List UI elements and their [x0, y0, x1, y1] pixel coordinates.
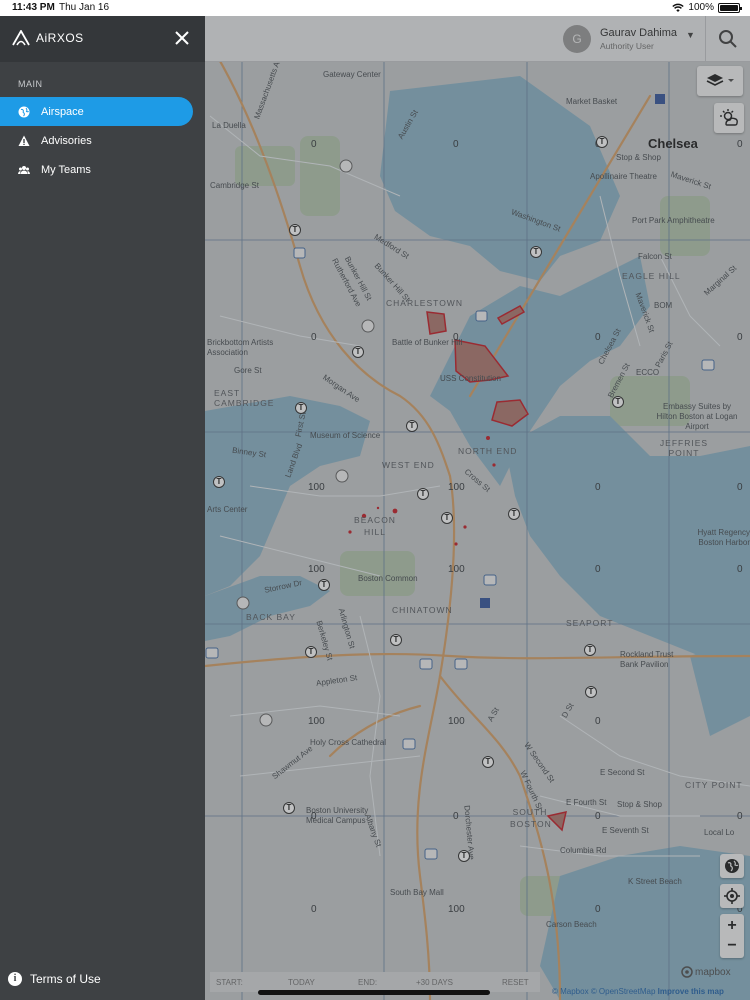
- status-bar: 11:43 PM Thu Jan 16 100%: [0, 0, 750, 16]
- info-icon: i: [8, 972, 22, 986]
- nav-item-label: Airspace: [41, 105, 84, 118]
- logo-icon: [12, 30, 30, 46]
- battery-percent: 100%: [688, 2, 714, 13]
- globe-icon: [18, 106, 30, 118]
- battery-icon: [718, 2, 742, 13]
- status-right: 100%: [672, 2, 742, 13]
- team-icon: [18, 164, 30, 176]
- home-indicator[interactable]: [258, 990, 490, 995]
- close-icon[interactable]: [174, 30, 190, 46]
- drawer-header: AiRXOS: [0, 16, 205, 62]
- nav-item-airspace[interactable]: Airspace: [0, 97, 193, 126]
- wifi-icon: [672, 3, 685, 12]
- brand: AiRXOS: [12, 30, 84, 46]
- status-time: 11:43 PM: [12, 2, 55, 13]
- status-date: Thu Jan 16: [59, 2, 110, 13]
- nav-item-my-teams[interactable]: My Teams: [0, 155, 193, 184]
- nav-drawer: AiRXOS MAIN Airspace Advisories My Teams…: [0, 16, 205, 1000]
- terms-label: Terms of Use: [30, 972, 101, 986]
- nav-item-advisories[interactable]: Advisories: [0, 126, 193, 155]
- nav-item-label: My Teams: [41, 163, 91, 176]
- nav-item-label: Advisories: [41, 134, 92, 147]
- section-label-main: MAIN: [18, 79, 43, 89]
- brand-name: AiRXOS: [36, 31, 84, 45]
- terms-of-use-link[interactable]: i Terms of Use: [8, 972, 101, 986]
- warning-icon: [18, 135, 30, 147]
